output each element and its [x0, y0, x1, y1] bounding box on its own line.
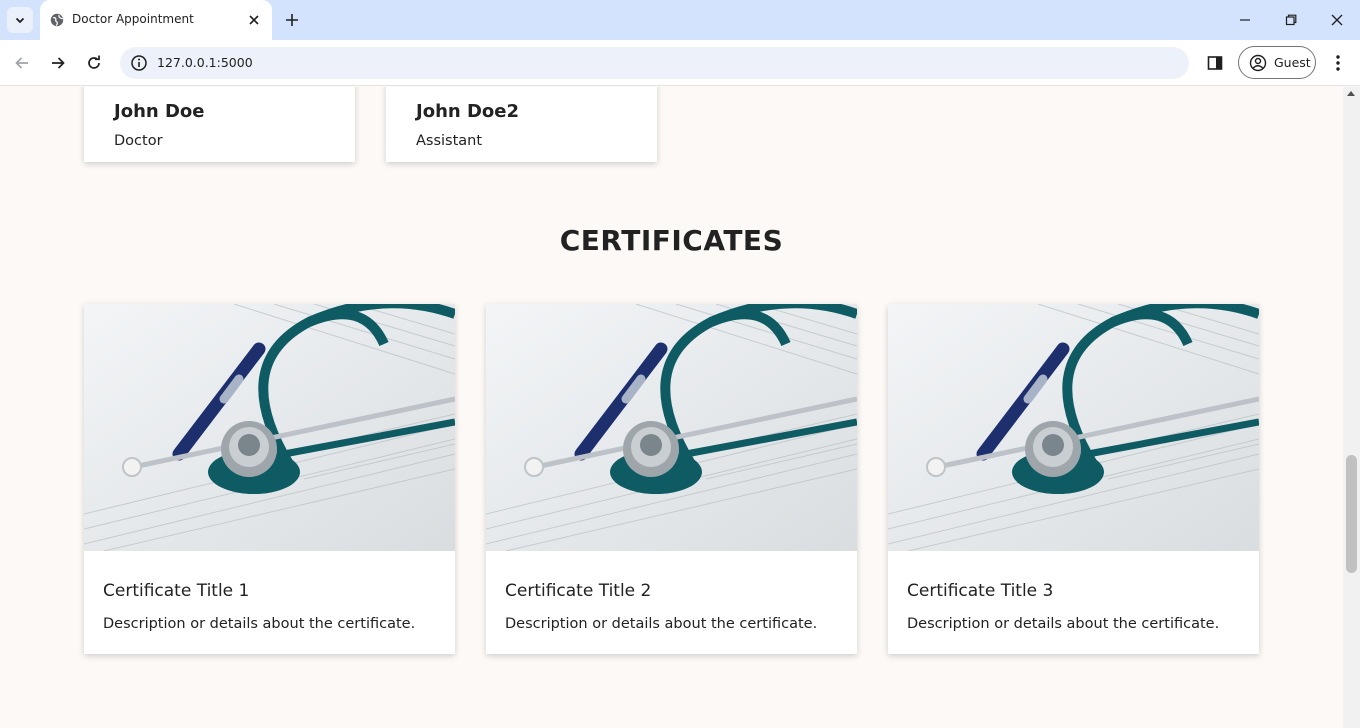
globe-icon [50, 13, 64, 27]
certificate-card: Certificate Title 3 Description or detai… [888, 304, 1259, 654]
certificate-card: Certificate Title 2 Description or detai… [486, 304, 857, 654]
back-button[interactable] [10, 51, 34, 75]
close-icon [1331, 14, 1343, 26]
chevron-down-icon [15, 17, 25, 24]
reload-icon [88, 55, 100, 69]
close-icon [249, 15, 259, 25]
certificate-title: Certificate Title 1 [103, 581, 250, 601]
certificate-description: Description or details about the certifi… [505, 616, 818, 632]
tab-title: Doctor Appointment [72, 12, 194, 26]
tab-search-button[interactable] [7, 7, 33, 33]
certificate-card: Certificate Title 1 Description or detai… [84, 304, 455, 654]
more-vertical-icon [1336, 55, 1340, 71]
plus-icon [286, 14, 298, 26]
browser-menu-button[interactable] [1328, 52, 1348, 74]
minimize-button[interactable] [1235, 10, 1255, 30]
account-circle-icon [1249, 54, 1267, 71]
side-panel-icon [1207, 56, 1223, 70]
certificate-image [84, 304, 455, 551]
certificate-title: Certificate Title 3 [907, 581, 1054, 601]
url-text: 127.0.0.1:5000 [157, 55, 253, 70]
stethoscope-image [486, 304, 857, 551]
browser-tab-active[interactable]: Doctor Appointment [40, 0, 272, 40]
profile-button[interactable]: Guest [1238, 46, 1316, 79]
certificate-title: Certificate Title 2 [505, 581, 652, 601]
arrow-left-icon [15, 57, 28, 69]
new-tab-button[interactable] [282, 10, 302, 30]
staff-name: John Doe2 [416, 101, 519, 122]
forward-button[interactable] [46, 51, 70, 75]
reload-button[interactable] [82, 51, 106, 75]
browser-tab-bar: Doctor Appointment [0, 0, 1360, 40]
staff-role: Assistant [416, 133, 483, 149]
page-viewport: John Doe Doctor John Doe2 Assistant CERT… [0, 87, 1343, 728]
stethoscope-image [888, 304, 1259, 551]
browser-toolbar: 127.0.0.1:5000 Guest [0, 40, 1360, 86]
restore-icon [1285, 14, 1297, 26]
restore-button[interactable] [1281, 10, 1301, 30]
address-bar[interactable]: 127.0.0.1:5000 [120, 47, 1189, 79]
scrollbar-thumb[interactable] [1346, 455, 1357, 573]
staff-card: John Doe2 Assistant [386, 87, 657, 162]
scroll-up-arrow-icon[interactable] [1347, 91, 1355, 96]
staff-card: John Doe Doctor [84, 87, 355, 162]
certificate-description: Description or details about the certifi… [103, 616, 416, 632]
staff-role: Doctor [114, 133, 163, 149]
profile-label: Guest [1274, 55, 1311, 70]
arrow-right-icon [52, 57, 65, 69]
minimize-icon [1240, 19, 1250, 21]
certificate-description: Description or details about the certifi… [907, 616, 1220, 632]
tab-close-button[interactable] [246, 12, 262, 28]
side-panel-button[interactable] [1204, 52, 1226, 74]
certificate-image [888, 304, 1259, 551]
certificate-image [486, 304, 857, 551]
stethoscope-image [84, 304, 455, 551]
site-info-icon[interactable] [130, 54, 148, 72]
page-scrollbar[interactable] [1343, 87, 1360, 728]
section-title: CERTIFICATES [559, 224, 784, 257]
close-window-button[interactable] [1327, 10, 1347, 30]
staff-name: John Doe [114, 101, 205, 122]
